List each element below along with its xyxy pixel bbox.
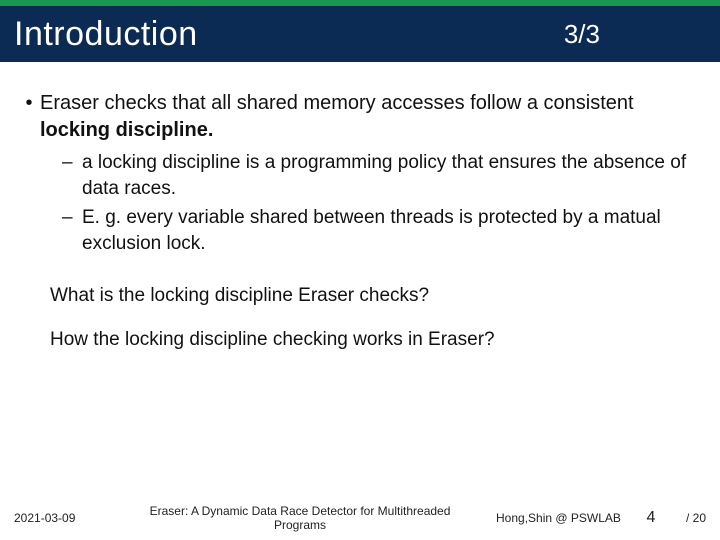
section-pager: 3/3 <box>564 19 600 50</box>
sub-bullet-list: – a locking discipline is a programming … <box>62 150 702 257</box>
footer-title-line1: Eraser: A Dynamic Data Race Detector for… <box>150 504 451 518</box>
slide-footer: 2021-03-09 Eraser: A Dynamic Data Race D… <box>0 496 720 540</box>
sub-bullet-text: a locking discipline is a programming po… <box>82 150 702 201</box>
bullet-item: • Eraser checks that all shared memory a… <box>18 90 702 144</box>
title-bar: Introduction 3/3 <box>0 6 720 62</box>
bullet-text-plain: Eraser checks that all shared memory acc… <box>40 92 634 114</box>
footer-title: Eraser: A Dynamic Data Race Detector for… <box>104 504 496 533</box>
footer-date: 2021-03-09 <box>14 511 104 525</box>
dash-icon: – <box>62 150 82 201</box>
footer-title-line2: Programs <box>274 518 326 532</box>
footer-author: Hong,Shin @ PSWLAB <box>496 511 636 525</box>
sub-bullet-text: E. g. every variable shared between thre… <box>82 205 702 256</box>
sub-bullet-item: – a locking discipline is a programming … <box>62 150 702 201</box>
bullet-text-bold: locking discipline. <box>40 119 213 141</box>
footer-page-total: / 20 <box>666 511 706 525</box>
questions-block: What is the locking discipline Eraser ch… <box>50 285 702 351</box>
sub-bullet-item: – E. g. every variable shared between th… <box>62 205 702 256</box>
slide-body: • Eraser checks that all shared memory a… <box>0 62 720 351</box>
bullet-text: Eraser checks that all shared memory acc… <box>40 90 702 144</box>
slide-title: Introduction <box>0 15 198 54</box>
slide: Introduction 3/3 • Eraser checks that al… <box>0 0 720 540</box>
footer-page-number: 4 <box>636 509 666 527</box>
question-text: What is the locking discipline Eraser ch… <box>50 285 702 307</box>
question-text: How the locking discipline checking work… <box>50 329 702 351</box>
bullet-dot-icon: • <box>18 90 40 144</box>
dash-icon: – <box>62 205 82 256</box>
